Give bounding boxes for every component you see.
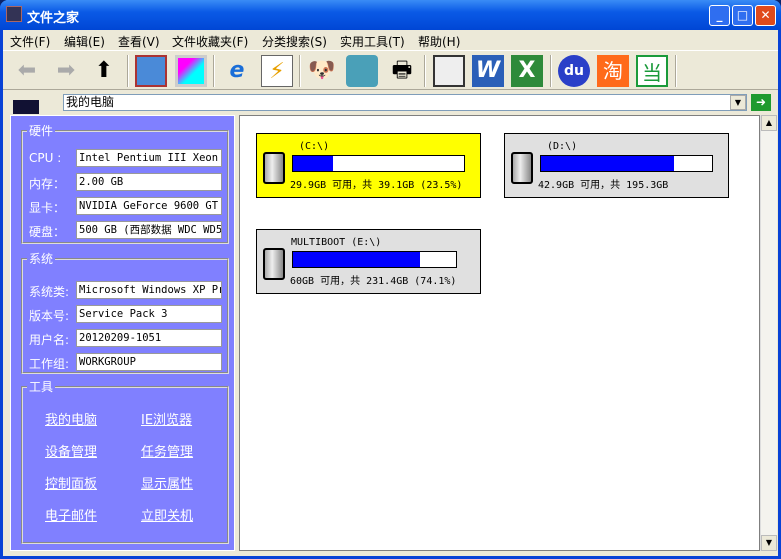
maximize-button[interactable]: □ <box>732 5 753 26</box>
drive-info: 60GB 可用，共 231.4GB (74.1%) <box>290 276 457 287</box>
home-icon[interactable] <box>135 55 167 87</box>
drive-list: (C:\) 29.9GB 可用，共 39.1GB (23.5%) (D:\) 4… <box>239 115 760 551</box>
info-panel: 硬件 CPU : Intel Pentium III Xeon 处理器 内存： 2.… <box>10 115 235 551</box>
usage-bar <box>540 155 713 172</box>
close-button[interactable]: ✕ <box>755 5 776 26</box>
menu-view[interactable]: 查看(V) <box>118 33 160 50</box>
usage-bar-fill <box>293 252 421 267</box>
menu-bar: 文件(F) 编辑(E) 查看(V) 文件收藏夹(F) 分类搜索(S) 实用工具(… <box>3 30 778 50</box>
main-window: 文件之家 _ □ ✕ 文件(F) 编辑(E) 查看(V) 文件收藏夹(F) 分类… <box>0 0 781 559</box>
excel-icon[interactable]: X <box>511 55 543 87</box>
hard-drive-icon <box>263 152 285 184</box>
toolbar: ⬅ ➡ ⬆ e ⚡ 🐶 🖶 W X du 淘 当 <box>3 50 778 90</box>
cpu-label: CPU : <box>29 151 62 165</box>
monitor-icon[interactable] <box>175 55 207 87</box>
gpu-field[interactable]: NVIDIA GeForce 9600 GT <box>76 197 222 215</box>
scroll-down-button[interactable]: ▼ <box>761 535 777 551</box>
app-icon <box>6 6 22 22</box>
drive-d[interactable]: (D:\) 42.9GB 可用，共 195.3GB <box>504 133 729 198</box>
title-bar: 文件之家 _ □ ✕ <box>0 0 781 30</box>
go-button[interactable]: ➜ <box>751 94 771 111</box>
usage-bar <box>292 251 457 268</box>
workgroup-label: 工作组: <box>29 357 70 371</box>
window-title: 文件之家 <box>27 11 80 26</box>
workgroup-field[interactable]: WORKGROUP <box>76 353 222 371</box>
drive-c[interactable]: (C:\) 29.9GB 可用，共 39.1GB (23.5%) <box>256 133 481 198</box>
word-icon[interactable]: W <box>472 55 504 87</box>
drive-e[interactable]: MULTIBOOT (E:\) 60GB 可用，共 231.4GB (74.1%… <box>256 229 481 294</box>
tools-group: 工具 我的电脑 IE浏览器 设备管理 任务管理 控制面板 显示属性 电子邮件 立… <box>21 378 229 544</box>
usage-bar-fill <box>293 156 334 171</box>
disk-field[interactable]: 500 GB (西部数据 WDC WD5 <box>76 221 222 239</box>
link-display-properties[interactable]: 显示属性 <box>141 473 193 492</box>
os-field[interactable]: Microsoft Windows XP Pro <box>76 281 222 299</box>
menu-favorites[interactable]: 文件收藏夹(F) <box>172 33 248 50</box>
drive-info: 42.9GB 可用，共 195.3GB <box>538 180 669 191</box>
link-shutdown[interactable]: 立即关机 <box>141 505 193 524</box>
dog-icon[interactable]: 🐶 <box>306 55 338 87</box>
username-label: 用户名: <box>29 333 70 347</box>
minimize-button[interactable]: _ <box>709 5 730 26</box>
version-label: 版本号: <box>29 309 70 323</box>
hard-drive-icon <box>263 248 285 280</box>
system-group: 系统 系统类: Microsoft Windows XP Pro 版本号: Serv… <box>21 250 229 374</box>
ie-icon[interactable]: e <box>221 55 253 87</box>
memory-label: 内存： <box>29 177 66 191</box>
drive-name: (D:\) <box>547 141 578 152</box>
link-ie-browser[interactable]: IE浏览器 <box>141 409 192 428</box>
menu-tools[interactable]: 实用工具(T) <box>340 33 405 50</box>
printer-icon[interactable]: 🖶 <box>386 55 418 87</box>
desktop-icon <box>13 100 39 114</box>
drive-name: MULTIBOOT (E:\) <box>291 237 382 248</box>
link-task-manager[interactable]: 任务管理 <box>141 441 193 460</box>
up-icon[interactable]: ⬆ <box>88 55 120 87</box>
tools-legend: 工具 <box>29 380 54 394</box>
usage-bar-fill <box>541 156 675 171</box>
hard-drive-icon <box>511 152 533 184</box>
folder-icon[interactable] <box>346 55 378 87</box>
drive-name: (C:\) <box>299 141 330 152</box>
username-field[interactable]: 20120209-1051 <box>76 329 222 347</box>
taobao-icon[interactable]: 淘 <box>597 55 629 87</box>
address-input[interactable]: 我的电脑 <box>63 94 747 111</box>
link-my-computer[interactable]: 我的电脑 <box>45 409 97 428</box>
vertical-scrollbar[interactable]: ▲ ▼ <box>760 115 777 551</box>
link-device-manager[interactable]: 设备管理 <box>45 441 97 460</box>
menu-help[interactable]: 帮助(H) <box>418 33 460 50</box>
baidu-icon[interactable]: du <box>558 55 590 87</box>
notepad-icon[interactable]: ⚡ <box>261 55 293 87</box>
address-dropdown-button[interactable]: ▼ <box>730 95 746 110</box>
menu-search[interactable]: 分类搜索(S) <box>262 33 327 50</box>
version-field[interactable]: Service Pack 3 <box>76 305 222 323</box>
scroll-up-button[interactable]: ▲ <box>761 115 777 131</box>
gpu-label: 显卡： <box>29 201 66 215</box>
disk-label: 硬盘： <box>29 225 66 239</box>
hardware-group: 硬件 CPU : Intel Pentium III Xeon 处理器 内存： 2.… <box>21 122 229 244</box>
menu-file[interactable]: 文件(F) <box>10 33 50 50</box>
menu-edit[interactable]: 编辑(E) <box>64 33 105 50</box>
calculator-icon[interactable] <box>433 55 465 87</box>
os-label: 系统类: <box>29 285 70 299</box>
drive-info: 29.9GB 可用，共 39.1GB (23.5%) <box>290 180 463 191</box>
usage-bar <box>292 155 465 172</box>
dangdang-icon[interactable]: 当 <box>636 55 668 87</box>
link-control-panel[interactable]: 控制面板 <box>45 473 97 492</box>
hardware-legend: 硬件 <box>29 124 54 138</box>
cpu-field[interactable]: Intel Pentium III Xeon 处理器 <box>76 149 222 167</box>
system-legend: 系统 <box>29 252 54 266</box>
memory-field[interactable]: 2.00 GB <box>76 173 222 191</box>
back-icon[interactable]: ⬅ <box>11 55 43 87</box>
link-email[interactable]: 电子邮件 <box>45 505 97 524</box>
forward-icon[interactable]: ➡ <box>50 55 82 87</box>
